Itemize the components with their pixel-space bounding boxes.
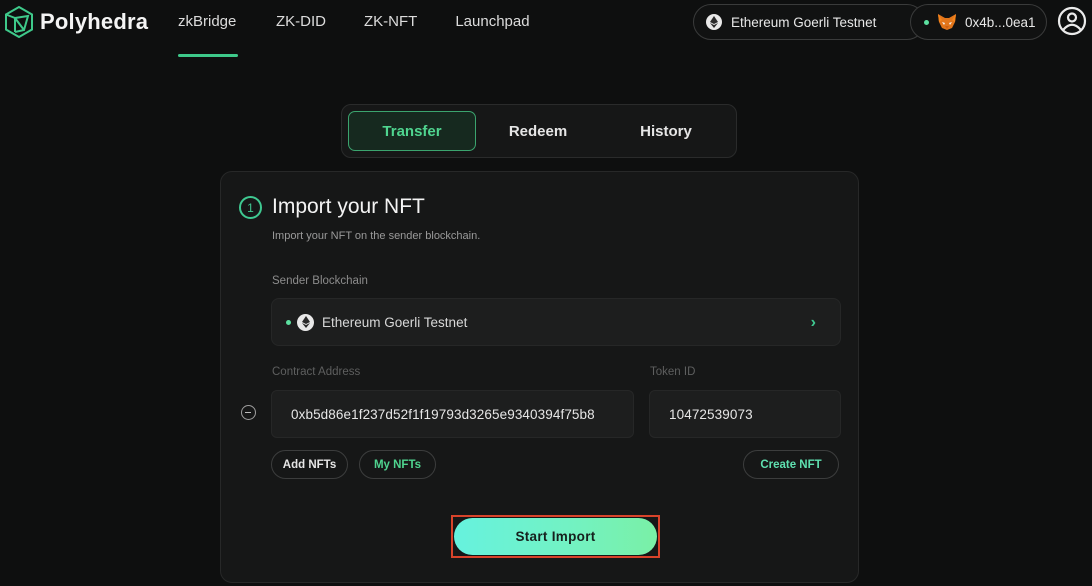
my-nfts-button[interactable]: My NFTs: [359, 450, 436, 479]
step-number-badge: 1: [239, 196, 262, 219]
tab-redeem[interactable]: Redeem: [474, 111, 602, 151]
tab-history[interactable]: History: [602, 111, 730, 151]
polyhedra-logo[interactable]: Polyhedra: [4, 6, 148, 38]
chevron-right-icon: ›: [810, 314, 816, 331]
create-nft-button[interactable]: Create NFT: [743, 450, 839, 479]
start-import-button[interactable]: Start Import: [454, 518, 657, 555]
nav-item-zk-did[interactable]: ZK-DID: [276, 13, 326, 57]
remove-row-icon[interactable]: [241, 405, 256, 420]
card-subtitle: Import your NFT on the sender blockchain…: [272, 230, 481, 242]
wallet-address: 0x4b...0ea1: [965, 14, 1036, 30]
brand-name: Polyhedra: [40, 9, 149, 34]
network-status-dot: [286, 319, 291, 325]
nav-item-launchpad[interactable]: Launchpad: [455, 13, 529, 57]
contract-address-label: Contract Address: [272, 366, 361, 378]
bridge-tabs: Transfer Redeem History: [341, 104, 737, 158]
add-nfts-button[interactable]: Add NFTs: [271, 450, 348, 479]
import-nft-card: 1 Import your NFT Import your NFT on the…: [220, 171, 859, 583]
sender-blockchain-label: Sender Blockchain: [272, 275, 368, 287]
main-nav: zkBridge ZK-DID ZK-NFT Launchpad: [178, 13, 568, 57]
card-title: Import your NFT: [272, 195, 425, 218]
top-navigation-bar: Polyhedra zkBridge ZK-DID ZK-NFT Launchp…: [0, 0, 1092, 58]
connected-status-dot: [924, 19, 929, 25]
metamask-fox-icon: [938, 14, 956, 30]
tab-transfer[interactable]: Transfer: [348, 111, 476, 151]
user-circle-icon[interactable]: [1057, 6, 1087, 36]
start-import-highlight: Start Import: [451, 515, 660, 558]
network-selector-button[interactable]: Ethereum Goerli Testnet: [693, 4, 925, 40]
ethereum-icon: [706, 14, 722, 30]
nav-item-zkbridge[interactable]: zkBridge: [178, 13, 238, 57]
polyhedra-logo-icon: [5, 6, 33, 38]
ethereum-icon: [297, 313, 314, 331]
contract-address-input[interactable]: 0xb5d86e1f237d52f1f19793d3265e9340394f75…: [271, 390, 634, 438]
sender-blockchain-select[interactable]: Ethereum Goerli Testnet ›: [271, 298, 841, 346]
sender-blockchain-value: Ethereum Goerli Testnet: [322, 314, 468, 330]
nav-item-zk-nft[interactable]: ZK-NFT: [364, 13, 417, 57]
token-id-input[interactable]: 10472539073: [649, 390, 841, 438]
network-name: Ethereum Goerli Testnet: [731, 14, 877, 30]
wallet-button[interactable]: 0x4b...0ea1: [910, 4, 1047, 40]
token-id-label: Token ID: [650, 366, 696, 378]
